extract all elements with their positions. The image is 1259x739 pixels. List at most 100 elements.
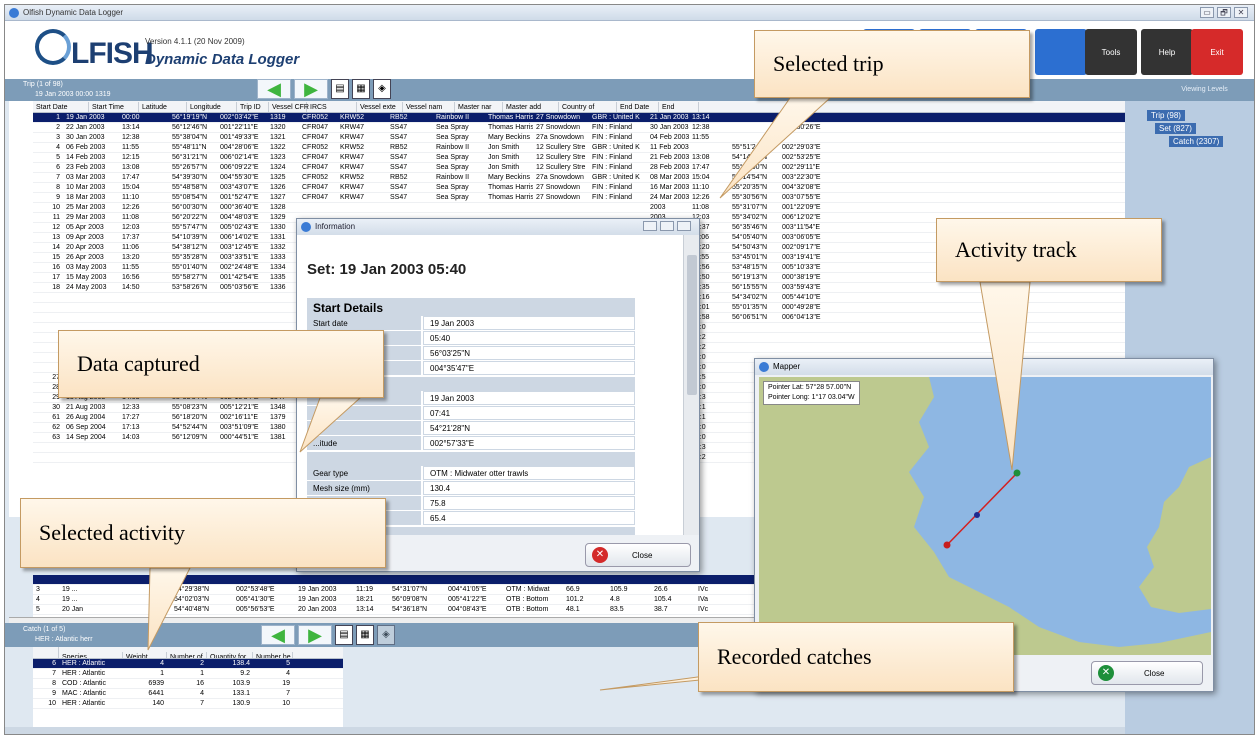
trip-col-header[interactable]: Master nar bbox=[455, 102, 503, 112]
toolbar-button-4[interactable] bbox=[1035, 29, 1087, 75]
table-cell: 55°38'04"N bbox=[172, 134, 208, 141]
table-row[interactable]: 7 03 Mar 2003 17:47 54°39'30"N 004°55'30"E 13… bbox=[33, 173, 1125, 183]
trip-col-header[interactable]: Vessel CFR bbox=[269, 102, 309, 112]
close-window-button[interactable]: ✕ bbox=[1234, 7, 1248, 18]
table-cell: 56°19'13"N bbox=[732, 274, 768, 281]
minimize-button[interactable]: ▭ bbox=[1200, 7, 1214, 18]
mapper-close-button[interactable]: ✕ Close bbox=[1091, 661, 1203, 685]
table-row[interactable]: 9 MAC : Atlantic 6441 4 133.1 7 bbox=[33, 689, 343, 699]
track-mid-point[interactable] bbox=[974, 512, 980, 518]
table-row[interactable]: 5 14 Feb 2003 12:15 56°31'21"N 006°02'14"E 13… bbox=[33, 153, 1125, 163]
table-row[interactable]: 6 HER : Atlantic 4 2 138.4 5 bbox=[33, 659, 343, 669]
track-start-point[interactable] bbox=[1013, 469, 1021, 477]
table-cell: 53°48'15"N bbox=[732, 264, 768, 271]
table-row[interactable]: 6 23 Feb 2003 13:08 55°26'57"N 006°09'22"E 13… bbox=[33, 163, 1125, 173]
previous-catch-arrow-icon[interactable]: ◀ bbox=[261, 625, 295, 645]
map-canvas[interactable] bbox=[759, 377, 1211, 655]
next-catch-arrow-icon[interactable]: ▶ bbox=[298, 625, 332, 645]
table-row[interactable]: 7 HER : Atlantic 1 1 9.2 4 bbox=[33, 669, 343, 679]
table-row[interactable]: 9 18 Mar 2003 11:10 55°08'54"N 001°52'47"E 13… bbox=[33, 193, 1125, 203]
table-cell: 56°18'20"N bbox=[172, 414, 208, 421]
table-cell: 11:55 bbox=[122, 264, 139, 271]
table-cell: 003°12'45"E bbox=[220, 244, 259, 251]
table-row[interactable]: 10 25 Mar 2003 12:26 56°00'30"N 000°36'40"E 1… bbox=[33, 203, 1125, 213]
table-row[interactable]: 5 20 Jan 54°40'48"N 005°56'53"E 20 Jan 2003 1… bbox=[33, 605, 763, 615]
table-cell: 12:38 bbox=[122, 134, 140, 141]
table-cell: 15 May 2003 bbox=[66, 274, 107, 281]
dialog-close-button[interactable]: ✕ Close bbox=[585, 543, 691, 567]
table-cell: 29 Mar 2003 bbox=[66, 214, 106, 221]
catch-col-header[interactable]: Quantity for bbox=[207, 652, 253, 658]
table-row[interactable]: 4 19 ... 54°02'03"N 005°41'30"E 19 Jan 2003 1… bbox=[33, 595, 763, 605]
toolbar-button-5[interactable]: Tools bbox=[1085, 29, 1137, 75]
document-icon[interactable]: ▤ bbox=[331, 79, 349, 99]
table-cell: 21 Aug 2003 bbox=[66, 404, 106, 411]
table-cell: 56°15'55"N bbox=[732, 284, 768, 291]
trip-col-header[interactable]: Latitude bbox=[139, 102, 187, 112]
table-cell: Mary Beckins bbox=[488, 174, 531, 181]
trip-col-header[interactable]: Vessel nam bbox=[403, 102, 455, 112]
map-icon[interactable]: ◈ bbox=[373, 79, 391, 99]
scroll-thumb[interactable] bbox=[687, 255, 697, 395]
report-icon[interactable]: ▦ bbox=[352, 79, 370, 99]
dialog-maximize-button[interactable] bbox=[660, 221, 674, 231]
table-cell: 17:47 bbox=[692, 164, 710, 171]
detail-key: Gear type bbox=[307, 466, 421, 480]
table-row[interactable]: 3 19 ... 54°29'38"N 002°53'48"E 19 Jan 2003 1… bbox=[33, 585, 763, 595]
table-cell: HER : Atlantic bbox=[62, 700, 106, 707]
track-end-point[interactable] bbox=[943, 541, 951, 549]
table-cell: 55°01'40"N bbox=[172, 264, 208, 271]
trip-col-header[interactable]: IRCS bbox=[307, 102, 357, 112]
dialog-scrollbar[interactable] bbox=[683, 235, 699, 535]
catch-col-header[interactable]: Species bbox=[59, 652, 123, 658]
selected-set-row[interactable] bbox=[33, 575, 763, 585]
table-cell: 56°14'54"N bbox=[732, 174, 768, 181]
catch-document-icon[interactable]: ▤ bbox=[335, 625, 353, 645]
trip-col-header[interactable]: Trip ID bbox=[237, 102, 269, 112]
catch-col-header[interactable]: Number he bbox=[253, 652, 293, 658]
catch-report-icon[interactable]: ▦ bbox=[356, 625, 374, 645]
trip-col-header[interactable]: Start Time bbox=[89, 102, 139, 112]
trip-col-header[interactable]: Vessel exte bbox=[357, 102, 403, 112]
table-row[interactable]: 8 COD : Atlantic 6939 16 103.9 19 bbox=[33, 679, 343, 689]
tree-item-trip[interactable]: Trip (98) bbox=[1147, 110, 1185, 121]
table-cell: 19 Jan 2003 bbox=[298, 596, 337, 603]
table-row[interactable]: 1 19 Jan 2003 00:00 56°19'19"N 002°03'42"E 13… bbox=[33, 113, 1125, 123]
dialog-minimize-button[interactable] bbox=[643, 221, 657, 231]
dialog-close-x-button[interactable] bbox=[677, 221, 691, 231]
next-arrow-icon[interactable]: ▶ bbox=[294, 79, 328, 99]
table-row[interactable]: 3 30 Jan 2003 12:38 55°38'04"N 001°49'33"E 13… bbox=[33, 133, 1125, 143]
section-header: Start Details bbox=[307, 298, 635, 316]
tree-item-set[interactable]: Set (827) bbox=[1155, 123, 1196, 134]
table-row[interactable]: 4 06 Feb 2003 11:55 55°48'11"N 004°28'06"E 13… bbox=[33, 143, 1125, 153]
mapper-icon bbox=[759, 362, 769, 372]
trip-col-header[interactable]: Country of bbox=[559, 102, 617, 112]
logo-text: LFISH bbox=[71, 37, 154, 70]
table-cell: 12:03 bbox=[122, 224, 140, 231]
detail-row: ...itude 002°57'33"E bbox=[307, 436, 635, 451]
catch-col-header[interactable]: Number of bbox=[167, 652, 207, 658]
table-cell: 54°34'02"N bbox=[732, 294, 768, 301]
table-cell: 1323 bbox=[270, 154, 286, 161]
tree-item-catch[interactable]: Catch (2307) bbox=[1169, 136, 1224, 147]
table-cell: 55°58'27"N bbox=[172, 274, 208, 281]
toolbar-button-6[interactable]: Help bbox=[1141, 29, 1193, 75]
catch-col-header[interactable]: Weight bbox=[123, 652, 167, 658]
table-row[interactable]: 8 10 Mar 2003 15:04 55°48'58"N 003°43'07"E 13… bbox=[33, 183, 1125, 193]
trip-col-header[interactable]: Longitude bbox=[187, 102, 237, 112]
trip-col-header[interactable]: End bbox=[659, 102, 699, 112]
trip-col-header[interactable]: End Date bbox=[617, 102, 659, 112]
previous-arrow-icon[interactable]: ◀ bbox=[257, 79, 291, 99]
app-name: Dynamic Data Logger bbox=[145, 51, 300, 68]
table-row[interactable]: 10 HER : Atlantic 140 7 130.9 10 bbox=[33, 699, 343, 709]
catch-map-icon[interactable]: ◈ bbox=[377, 625, 395, 645]
table-cell: Jon Smith bbox=[488, 154, 520, 161]
maximize-button[interactable]: 🗗 bbox=[1217, 7, 1231, 18]
dialog-title: Information bbox=[315, 222, 356, 231]
trip-col-header[interactable]: Start Date bbox=[33, 102, 89, 112]
table-row[interactable]: 2 22 Jan 2003 13:14 56°12'46"N 001°22'11"E 13… bbox=[33, 123, 1125, 133]
table-cell: 14 bbox=[52, 244, 60, 251]
table-cell: 27 Snowdown bbox=[536, 184, 580, 191]
toolbar-button-7[interactable]: Exit bbox=[1191, 29, 1243, 75]
trip-col-header[interactable]: Master add bbox=[503, 102, 559, 112]
